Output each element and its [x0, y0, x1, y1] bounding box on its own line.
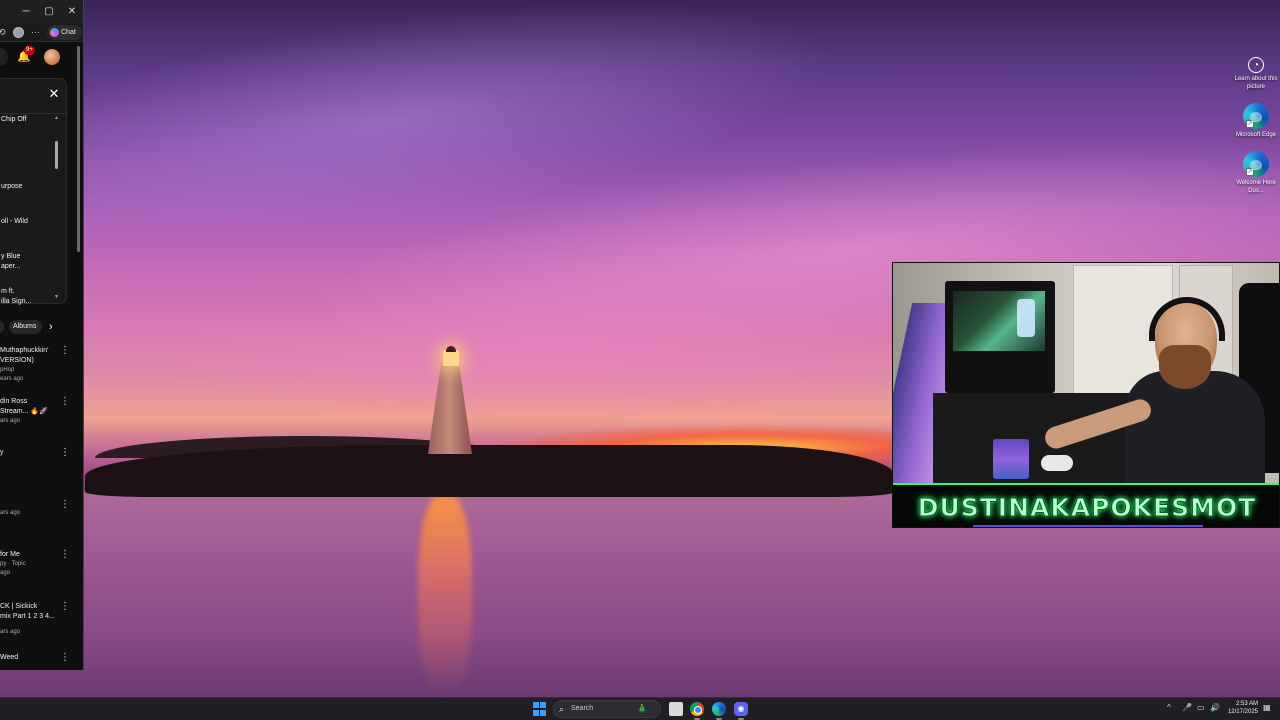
more-options-icon[interactable]: ⋮ [60, 602, 70, 612]
menu-button[interactable]: ··· [31, 27, 40, 37]
video-age: ars ago [0, 418, 21, 424]
filter-chip-albums[interactable]: Albums [9, 320, 42, 334]
rocky-jetty [85, 445, 895, 497]
queue-scrollbar[interactable] [55, 141, 58, 169]
edge-icon[interactable] [712, 702, 726, 716]
webcam-keyboard [993, 439, 1029, 479]
youtube-header: 🔔 9+ [0, 42, 83, 72]
video-title: Stream... 🔥🚀 [0, 408, 48, 415]
stream-name-banner: DUSTINAKAPOKESMOT [893, 483, 1279, 527]
banner-accent-line [973, 525, 1203, 527]
show-hidden-icons-button[interactable]: ^ [1167, 703, 1171, 712]
notification-center-icon[interactable]: ▦ [1263, 703, 1271, 712]
discord-icon[interactable]: ◉ [734, 702, 748, 716]
more-options-icon[interactable]: ⋮ [60, 500, 70, 510]
chat-button[interactable]: Chat [47, 25, 82, 40]
browser-titlebar: ─ ▢ ✕ [0, 0, 83, 24]
taskbar: ⌕ Search 🎄 ◉ ^ 🎤 ▭ 🔊 2:53 AM 12/17/2025 … [0, 697, 1280, 720]
queue-item[interactable]: aper... [1, 262, 53, 271]
queue-item[interactable]: illa Sign... [1, 297, 53, 306]
webcam-person [1125, 371, 1265, 491]
network-icon[interactable]: ▭ [1197, 703, 1205, 712]
more-options-icon[interactable]: ⋮ [60, 448, 70, 458]
webcam-person-beard [1159, 345, 1211, 389]
video-title: VERSION) [0, 357, 34, 364]
shortcut-arrow-icon: ↗ [1246, 168, 1254, 176]
copilot-icon [50, 28, 59, 37]
scroll-up-icon[interactable]: ▲ [54, 115, 59, 121]
profile-icon[interactable] [13, 27, 24, 38]
queue-item[interactable]: m ft. [1, 287, 53, 296]
video-age: ago [0, 570, 11, 576]
desktop-icon-learn-about-picture[interactable]: ◔ Learn about this picture [1232, 57, 1280, 91]
extension-icon[interactable]: ⟲ [0, 27, 6, 38]
sky-cloud [150, 300, 950, 420]
scroll-down-icon[interactable]: ▼ [54, 294, 59, 300]
more-options-icon[interactable]: ⋮ [60, 346, 70, 356]
task-view-icon[interactable] [669, 702, 683, 716]
lighthouse-cap [446, 346, 456, 352]
more-options-icon[interactable]: ⋮ [60, 550, 70, 560]
browser-toolbar: ⟲ ··· Chat [0, 24, 83, 42]
microphone-icon[interactable]: 🎤 [1182, 703, 1192, 712]
video-channel: pHop [0, 367, 15, 373]
lighthouse-reflection [418, 495, 472, 695]
taskbar-search[interactable]: ⌕ Search 🎄 [553, 700, 661, 718]
queue-panel: ✕ ▲ ▼ Chip Off urpose oll - Wild y Blue … [0, 78, 68, 306]
search-button[interactable] [0, 48, 8, 66]
video-channel: py · Topic [0, 561, 26, 567]
system-clock[interactable]: 2:53 AM 12/17/2025 [1226, 700, 1258, 716]
chrome-icon[interactable] [690, 702, 704, 716]
desktop-icon-label: Welcome Here Dus... [1236, 180, 1276, 194]
more-options-icon[interactable]: ⋮ [60, 397, 70, 407]
chat-button-label: Chat [61, 29, 76, 36]
desktop-icon-welcome-shortcut[interactable]: ↗ Welcome Here Dus... [1232, 151, 1280, 195]
video-age: ars ago [0, 629, 21, 635]
search-icon: ⌕ [559, 704, 565, 714]
notification-badge: 9+ [24, 46, 35, 55]
maximize-button[interactable]: ▢ [41, 4, 57, 20]
webcam-controller [1041, 455, 1073, 471]
lighthouse-lamp [443, 350, 459, 366]
browser-window: ─ ▢ ✕ ⟲ ··· Chat 🔔 9+ ✕ ▲ ▼ Chip Off urp… [0, 0, 84, 670]
video-age: ars ago [0, 510, 21, 516]
search-label: Search [571, 705, 594, 712]
volume-icon[interactable]: 🔊 [1210, 703, 1220, 712]
clock-date: 12/17/2025 [1227, 709, 1258, 715]
desktop-icon-label: Learn about this picture [1234, 76, 1278, 90]
edge-icon: ↗ [1243, 103, 1269, 129]
queue-item[interactable]: urpose [1, 182, 53, 191]
queue-divider [0, 113, 68, 114]
chips-next-icon[interactable]: › [49, 320, 53, 334]
queue-item[interactable]: y Blue [1, 252, 53, 261]
queue-item[interactable]: Chip Off [1, 115, 53, 124]
more-options-icon[interactable]: ⋮ [60, 653, 70, 663]
close-queue-button[interactable]: ✕ [48, 87, 60, 100]
minimize-button[interactable]: ─ [18, 4, 34, 20]
search-highlight-icon: 🎄 [637, 704, 647, 713]
edge-shortcut-icon: ↗ [1243, 151, 1269, 177]
webcam-pc-light [1017, 299, 1035, 337]
avatar[interactable] [44, 49, 60, 65]
webcam-overlay: DUSTINAKAPOKESMOT [892, 262, 1280, 528]
shortcut-arrow-icon: ↗ [1246, 120, 1254, 128]
stream-name-text: DUSTINAKAPOKESMOT [917, 492, 1257, 522]
start-button[interactable] [533, 702, 547, 716]
filter-chip[interactable] [0, 320, 4, 334]
desktop-icon-label: Microsoft Edge [1235, 132, 1277, 138]
video-title: mix Part 1 2 3 4... [0, 613, 55, 620]
page-scrollbar[interactable] [77, 46, 80, 252]
desktop-icon-microsoft-edge[interactable]: ↗ Microsoft Edge [1232, 103, 1280, 139]
filter-chips: Albums › [0, 318, 83, 336]
video-age: ears ago [0, 376, 24, 382]
close-button[interactable]: ✕ [64, 4, 80, 20]
queue-item[interactable]: oll - Wild [1, 217, 53, 226]
clock-time: 2:53 AM [1235, 701, 1258, 707]
learn-about-picture-icon: ◔ [1248, 57, 1264, 73]
